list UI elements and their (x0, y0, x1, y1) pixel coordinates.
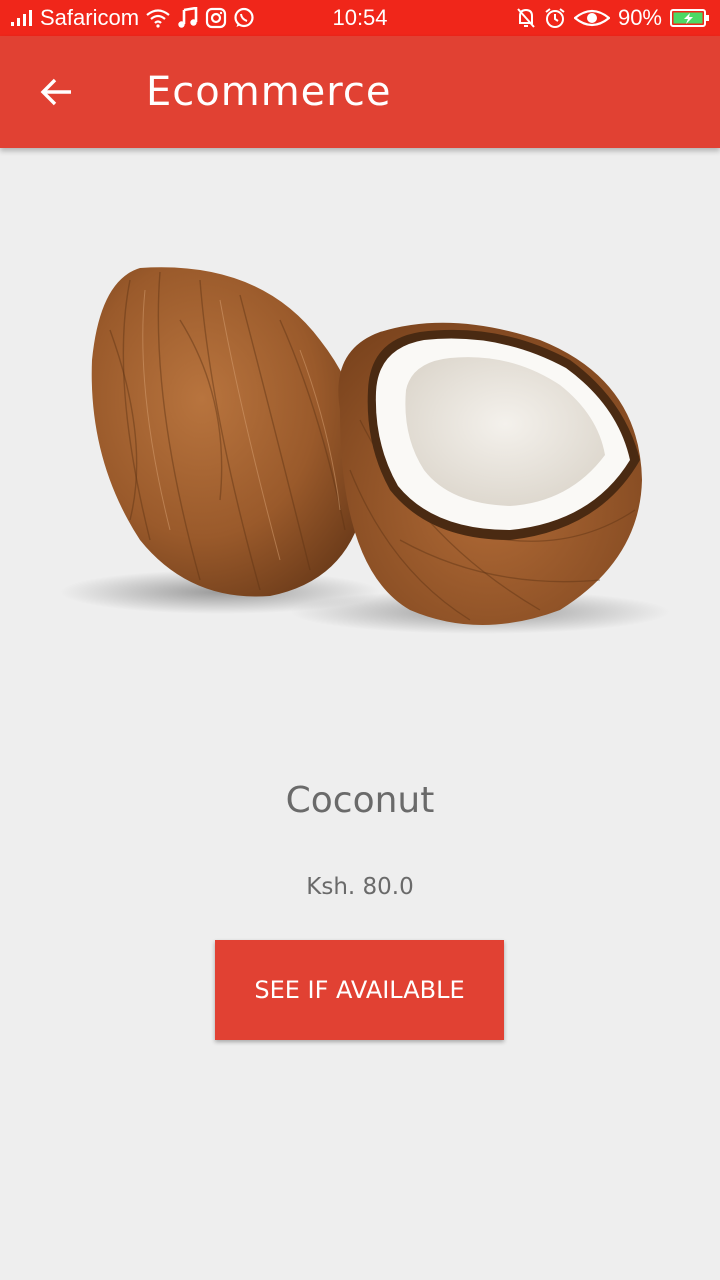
instagram-icon (205, 7, 227, 29)
battery-icon (670, 8, 710, 28)
music-icon (177, 7, 199, 29)
coconut-image (40, 240, 680, 660)
eye-icon (573, 8, 610, 28)
product-name: Coconut (285, 780, 435, 821)
clock: 10:54 (332, 5, 388, 30)
back-arrow-icon (39, 77, 73, 107)
alarm-icon (544, 7, 566, 29)
signal-icon (10, 9, 34, 27)
page-title: Ecommerce (146, 69, 392, 115)
status-bar-right: 90% (516, 0, 710, 36)
battery-percent: 90% (617, 5, 662, 30)
carrier-name: Safaricom (40, 5, 140, 30)
back-button[interactable] (28, 64, 84, 120)
app-bar: Ecommerce (0, 36, 720, 148)
status-bar: Safaricom 10:54 90% (0, 0, 720, 36)
whatsapp-icon (233, 7, 255, 29)
status-bar-left: Safaricom (10, 0, 255, 36)
see-if-available-button[interactable]: SEE IF AVAILABLE (215, 940, 504, 1040)
mute-icon (516, 7, 536, 29)
wifi-icon (145, 8, 171, 28)
product-price: Ksh. 80.0 (306, 874, 414, 900)
